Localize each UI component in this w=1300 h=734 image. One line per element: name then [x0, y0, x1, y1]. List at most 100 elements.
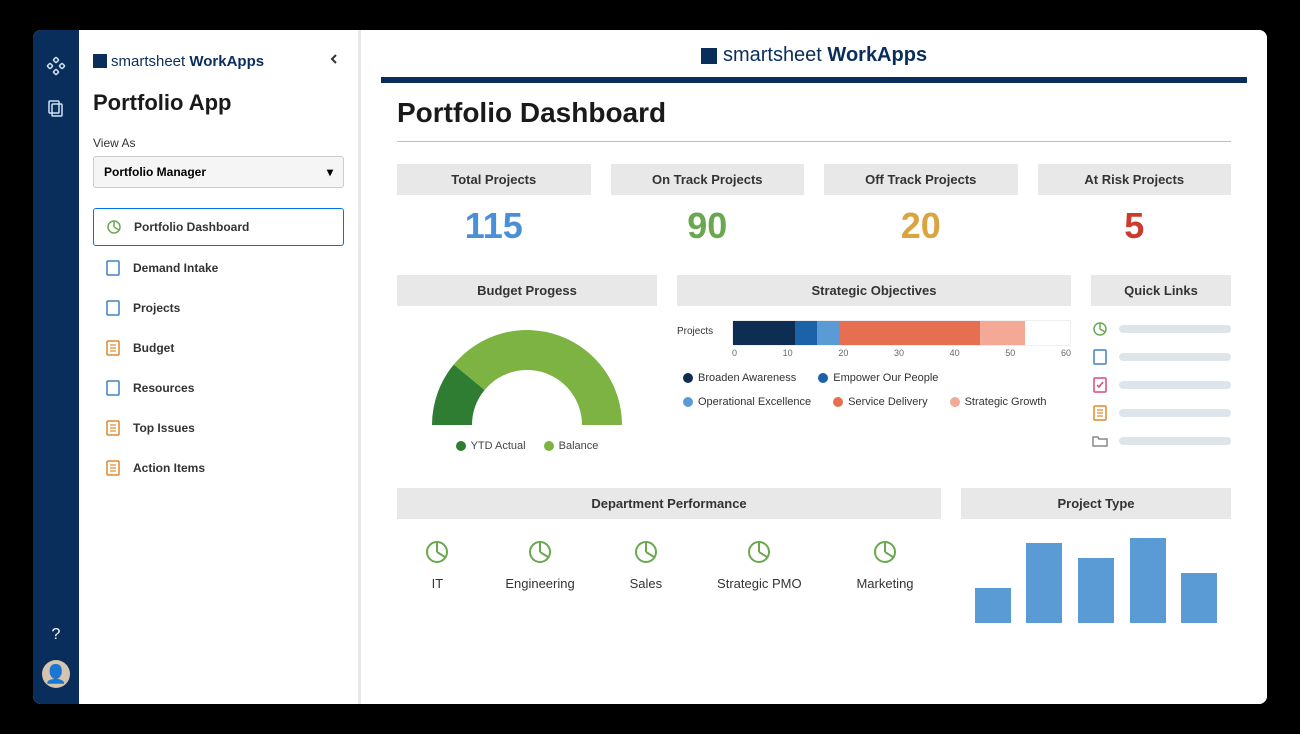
- main-brand: smartsheet WorkApps: [701, 44, 927, 67]
- kpi-value: 5: [1038, 205, 1232, 247]
- kpi-row: Total Projects115 On Track Projects 90 Off …: [397, 164, 1231, 247]
- main-divider: [381, 77, 1247, 83]
- type-bar: [975, 588, 1011, 623]
- nav-item-label: Budget: [133, 341, 174, 355]
- quick-link[interactable]: [1091, 404, 1231, 422]
- kpi-value: 115: [397, 205, 591, 247]
- nav-item-projects[interactable]: Projects: [93, 290, 344, 326]
- pie-icon: [717, 539, 802, 570]
- strat-segment: [980, 321, 1025, 345]
- strat-segment: [733, 321, 795, 345]
- app-name: Portfolio App: [93, 90, 344, 116]
- legend-item: Balance: [544, 440, 599, 452]
- lines-icon: [105, 420, 121, 436]
- legend-item: Operational Excellence: [683, 396, 811, 408]
- dept-item-strategic-pmo[interactable]: Strategic PMO: [717, 539, 802, 591]
- budget-panel-title: Budget Progess: [397, 275, 657, 306]
- legend-item: Strategic Growth: [950, 396, 1047, 408]
- nav-item-label: Resources: [133, 381, 194, 395]
- main-content: smartsheet WorkApps Portfolio Dashboard …: [361, 30, 1267, 704]
- quicklinks-title: Quick Links: [1091, 275, 1231, 306]
- type-bar: [1181, 573, 1217, 623]
- lines-icon: [1091, 404, 1109, 422]
- sheet-icon: [105, 300, 121, 316]
- nav-item-label: Portfolio Dashboard: [134, 220, 249, 234]
- pie-icon: [856, 539, 913, 570]
- dept-item-marketing[interactable]: Marketing: [856, 539, 913, 591]
- lines-icon: [105, 460, 121, 476]
- strategic-chart: Projects 0102030405060: [677, 320, 1071, 358]
- kpi-label: On Track Projects: [611, 164, 805, 195]
- rail-projects-icon[interactable]: [44, 96, 68, 120]
- nav-item-budget[interactable]: Budget: [93, 330, 344, 366]
- kpi-off-track-projects: Off Track Projects 20: [824, 164, 1018, 247]
- kpi-value: 90: [611, 205, 805, 247]
- dept-item-it[interactable]: IT: [424, 539, 450, 591]
- budget-gauge-chart: [397, 320, 657, 430]
- legend-item: Broaden Awareness: [683, 372, 796, 384]
- legend-item: Service Delivery: [833, 396, 927, 408]
- kpi-value: 20: [824, 205, 1018, 247]
- project-type-chart: [961, 533, 1231, 623]
- brand-logo: smartsheet WorkApps: [93, 53, 264, 70]
- dept-panel: Department Performance IT Engineering Sale…: [397, 488, 941, 623]
- sheet-icon: [1091, 348, 1109, 366]
- type-bar: [1078, 558, 1114, 623]
- legend-item: Empower Our People: [818, 372, 938, 384]
- kpi-on-track-projects: On Track Projects 90: [611, 164, 805, 247]
- quick-link[interactable]: [1091, 376, 1231, 394]
- kpi-label: Off Track Projects: [824, 164, 1018, 195]
- dept-label: IT: [424, 576, 450, 591]
- viewas-select[interactable]: Portfolio Manager ▾: [93, 156, 344, 188]
- type-bar: [1026, 543, 1062, 623]
- kpi-total-projects: Total Projects115: [397, 164, 591, 247]
- kpi-at-risk-projects: At Risk Projects 5: [1038, 164, 1232, 247]
- pie-icon: [505, 539, 574, 570]
- quicklinks-panel: Quick Links: [1091, 275, 1231, 460]
- type-bar: [1130, 538, 1166, 623]
- dept-label: Marketing: [856, 576, 913, 591]
- pie-icon: [1091, 320, 1109, 338]
- strat-segment: [840, 321, 980, 345]
- dept-label: Strategic PMO: [717, 576, 802, 591]
- dept-label: Sales: [630, 576, 663, 591]
- pie-icon: [630, 539, 663, 570]
- rail-app-icon[interactable]: [44, 54, 68, 78]
- nav-item-action-items[interactable]: Action Items: [93, 450, 344, 486]
- sheet-icon: [105, 380, 121, 396]
- quick-link[interactable]: [1091, 348, 1231, 366]
- nav-item-label: Demand Intake: [133, 261, 218, 275]
- strat-segment: [817, 321, 839, 345]
- user-avatar[interactable]: 👤: [42, 660, 70, 688]
- nav-item-label: Projects: [133, 301, 180, 315]
- quick-link[interactable]: [1091, 320, 1231, 338]
- nav-item-label: Action Items: [133, 461, 205, 475]
- legend-item: YTD Actual: [456, 440, 526, 452]
- project-type-title: Project Type: [961, 488, 1231, 519]
- lines-icon: [105, 340, 121, 356]
- pie-icon: [424, 539, 450, 570]
- quick-link[interactable]: [1091, 432, 1231, 450]
- left-rail: ? 👤: [33, 30, 79, 704]
- nav-item-label: Top Issues: [133, 421, 195, 435]
- nav-item-demand-intake[interactable]: Demand Intake: [93, 250, 344, 286]
- dept-item-sales[interactable]: Sales: [630, 539, 663, 591]
- project-type-panel: Project Type: [961, 488, 1231, 623]
- app-frame: ? 👤 smartsheet WorkApps Portfolio App Vi…: [33, 30, 1267, 704]
- collapse-sidebar-button[interactable]: [324, 50, 344, 72]
- help-icon[interactable]: ?: [52, 626, 61, 644]
- strategic-panel: Strategic Objectives Projects 0102030405…: [677, 275, 1071, 460]
- sheet-icon: [105, 260, 121, 276]
- budget-panel: Budget Progess YTD Actual Balance: [397, 275, 657, 460]
- dept-label: Engineering: [505, 576, 574, 591]
- nav-item-resources[interactable]: Resources: [93, 370, 344, 406]
- chevron-down-icon: ▾: [327, 165, 333, 179]
- nav-item-portfolio-dashboard[interactable]: Portfolio Dashboard: [93, 208, 344, 246]
- dept-item-engineering[interactable]: Engineering: [505, 539, 574, 591]
- nav-item-top-issues[interactable]: Top Issues: [93, 410, 344, 446]
- dept-panel-title: Department Performance: [397, 488, 941, 519]
- folder-icon: [1091, 432, 1109, 450]
- page-title: Portfolio Dashboard: [397, 97, 1231, 129]
- kpi-label: At Risk Projects: [1038, 164, 1232, 195]
- viewas-label: View As: [93, 136, 344, 150]
